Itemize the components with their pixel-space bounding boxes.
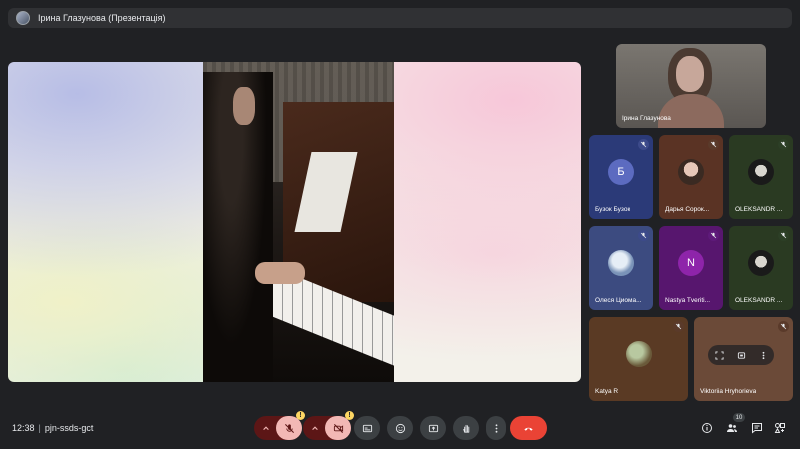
- activities-button[interactable]: [772, 420, 788, 436]
- more-options-button[interactable]: [486, 416, 506, 440]
- chevron-up-icon[interactable]: [260, 422, 272, 434]
- avatar: Б: [608, 158, 634, 185]
- captions-icon: [362, 424, 372, 432]
- present-button[interactable]: [420, 416, 446, 440]
- mic-off-icon: [284, 423, 294, 433]
- captions-button[interactable]: [354, 416, 380, 440]
- hand-icon: [462, 424, 469, 433]
- reactions-button[interactable]: [387, 416, 413, 440]
- participant-tile[interactable]: Дарья Сорок...: [659, 135, 723, 219]
- raise-hand-button[interactable]: [453, 416, 479, 440]
- participant-tile[interactable]: Олеся Циома...: [589, 226, 653, 310]
- participant-tile[interactable]: Katya R: [589, 317, 688, 401]
- camera-off-icon: [333, 423, 343, 433]
- mic-off-icon: [778, 230, 789, 241]
- presentation-title-bar: Ірина Глазунова (Презентація): [8, 8, 792, 28]
- avatar: [625, 340, 652, 367]
- avatar: [748, 158, 774, 185]
- meeting-info-separator: |: [38, 423, 41, 433]
- participant-tile[interactable]: Б Бузок Бузок: [589, 135, 653, 219]
- mic-off-icon: [708, 139, 719, 150]
- avatar: [678, 158, 704, 185]
- presented-video: [203, 62, 394, 382]
- participant-tile[interactable]: N Nastya Tveriti...: [659, 226, 723, 310]
- presentation-stage: [8, 62, 581, 382]
- chat-icon: [752, 423, 762, 434]
- participant-name: OLEKSANDR ...: [735, 206, 783, 213]
- presenter-avatar-icon: [16, 11, 30, 25]
- end-call-icon: [524, 427, 533, 431]
- shapes-icon: [774, 423, 785, 433]
- meeting-details-button[interactable]: [699, 420, 715, 436]
- people-button[interactable]: [724, 420, 740, 436]
- participant-name: Бузок Бузок: [595, 206, 631, 213]
- participant-name: Nastya Tveriti...: [665, 297, 711, 304]
- avatar: [608, 249, 634, 276]
- participant-tile[interactable]: OLEKSANDR ...: [729, 226, 793, 310]
- leave-call-button[interactable]: [510, 416, 547, 440]
- emoji-icon: [395, 423, 405, 433]
- participant-name: OLEKSANDR ...: [735, 297, 783, 304]
- meeting-code: pjn-ssds-gct: [44, 423, 94, 433]
- mic-off-icon: [778, 139, 789, 150]
- participant-tile-hovered[interactable]: Viktoriia Hryhorieva: [694, 317, 793, 401]
- warning-icon: !: [345, 411, 354, 420]
- participant-name: Viktoriia Hryhorieva: [700, 388, 757, 395]
- mic-off-icon: [673, 321, 684, 332]
- mic-off-icon: [638, 139, 649, 150]
- chevron-up-icon[interactable]: [309, 422, 321, 434]
- meeting-time: 12:38: [12, 423, 35, 433]
- participant-name: Дарья Сорок...: [665, 206, 710, 213]
- participant-name: Katya R: [595, 388, 619, 395]
- info-icon: [702, 423, 712, 433]
- pin-icon[interactable]: [735, 349, 747, 361]
- participant-name: Ірина Глазунова: [622, 115, 671, 122]
- mic-off-icon: [778, 321, 789, 332]
- tile-hover-controls: [708, 345, 774, 365]
- presentation-title: Ірина Глазунова (Презентація): [38, 13, 166, 23]
- bottom-toolbar: 12:38 | pjn-ssds-gct ! ! 10: [0, 408, 800, 449]
- participant-name: Олеся Циома...: [595, 297, 642, 304]
- avatar: N: [678, 249, 704, 276]
- more-options-icon[interactable]: [757, 349, 769, 361]
- microphone-control: !: [254, 411, 305, 440]
- avatar: [748, 249, 774, 276]
- self-video-tile[interactable]: Ірина Глазунова: [616, 44, 766, 128]
- camera-control: !: [303, 411, 354, 440]
- participant-tile[interactable]: OLEKSANDR ...: [729, 135, 793, 219]
- mic-off-icon: [638, 230, 649, 241]
- meeting-info: 12:38 | pjn-ssds-gct: [12, 423, 93, 433]
- frame-icon[interactable]: [713, 349, 725, 361]
- people-icon: [727, 424, 737, 432]
- warning-icon: !: [296, 411, 305, 420]
- chat-button[interactable]: [749, 420, 765, 436]
- more-vert-icon: [495, 423, 497, 433]
- mic-off-icon: [708, 230, 719, 241]
- present-icon: [428, 424, 438, 432]
